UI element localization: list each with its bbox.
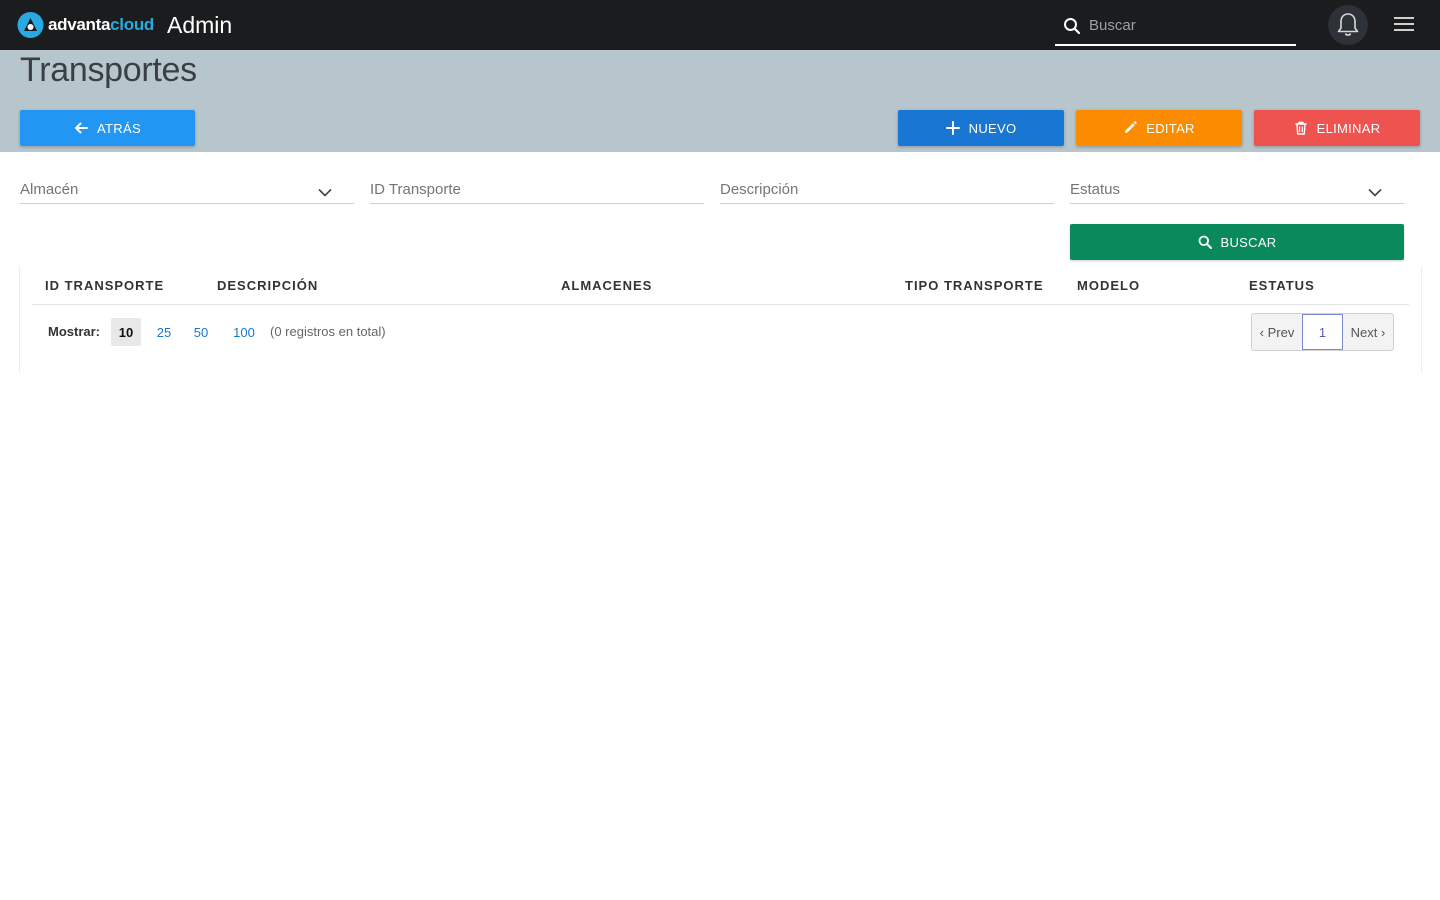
prev-page-button[interactable]: ‹ Prev	[1252, 314, 1302, 350]
search-input[interactable]	[1087, 12, 1287, 38]
estatus-label: Estatus	[1070, 181, 1121, 198]
col-almacenes[interactable]: ALMACENES	[561, 278, 652, 293]
pagination: ‹ Prev 1 Next ›	[1251, 313, 1394, 351]
almacen-select[interactable]: Almacén	[20, 176, 354, 204]
notifications-button[interactable]	[1328, 5, 1368, 45]
logo-text: advantacloud	[48, 15, 154, 34]
almacen-label: Almacén	[20, 181, 79, 198]
top-navbar: advantacloud Admin	[0, 0, 1440, 50]
trash-icon	[1295, 121, 1307, 135]
pencil-icon	[1125, 121, 1137, 133]
id-transporte-label: ID Transporte	[370, 181, 461, 198]
results-table: ID TRANSPORTE DESCRIPCIÓN ALMACENES TIPO…	[19, 266, 1422, 372]
col-id-transporte[interactable]: ID TRANSPORTE	[45, 278, 164, 293]
arrow-left-icon	[75, 122, 89, 134]
search-label: BUSCAR	[1220, 234, 1277, 250]
page-size-10[interactable]: 10	[111, 318, 141, 346]
brand-logo[interactable]: advantacloud	[16, 11, 154, 39]
current-page[interactable]: 1	[1302, 314, 1343, 350]
search-icon	[1198, 235, 1212, 249]
plus-icon	[945, 121, 960, 135]
col-estatus[interactable]: ESTATUS	[1249, 278, 1315, 293]
descripcion-label: Descripción	[720, 181, 799, 198]
chevron-down-icon	[1368, 188, 1382, 197]
edit-button[interactable]: EDITAR	[1076, 110, 1242, 146]
global-search	[1055, 6, 1296, 46]
col-tipo-transporte[interactable]: TIPO TRANSPORTE	[905, 278, 1044, 293]
col-modelo[interactable]: MODELO	[1077, 278, 1140, 293]
app-title: Admin	[167, 12, 233, 38]
col-descripcion[interactable]: DESCRIPCIÓN	[217, 278, 318, 293]
search-button[interactable]: BUSCAR	[1070, 224, 1404, 260]
delete-button[interactable]: ELIMINAR	[1254, 110, 1420, 146]
search-icon	[1064, 18, 1081, 35]
back-button[interactable]: ATRÁS	[20, 110, 195, 146]
page-size-50[interactable]: 50	[188, 318, 214, 346]
menu-icon[interactable]	[1394, 17, 1414, 33]
next-page-button[interactable]: Next ›	[1343, 314, 1393, 350]
page-size-100[interactable]: 100	[229, 318, 259, 346]
page-size-25[interactable]: 25	[151, 318, 177, 346]
page-size-label: Mostrar:	[48, 324, 101, 339]
delete-label: ELIMINAR	[1316, 120, 1381, 136]
page-title: Transportes	[20, 51, 197, 89]
bell-icon	[1337, 13, 1359, 36]
logo-icon	[17, 12, 44, 38]
back-label: ATRÁS	[97, 120, 141, 136]
estatus-select[interactable]: Estatus	[1070, 176, 1404, 204]
table-header: ID TRANSPORTE DESCRIPCIÓN ALMACENES TIPO…	[32, 266, 1409, 305]
chevron-down-icon	[318, 188, 332, 197]
new-button[interactable]: NUEVO	[898, 110, 1064, 146]
id-transporte-field[interactable]: ID Transporte	[370, 176, 704, 204]
edit-label: EDITAR	[1146, 120, 1195, 136]
descripcion-field[interactable]: Descripción	[720, 176, 1054, 204]
record-count: (0 registros en total)	[270, 324, 386, 339]
new-label: NUEVO	[968, 120, 1017, 136]
